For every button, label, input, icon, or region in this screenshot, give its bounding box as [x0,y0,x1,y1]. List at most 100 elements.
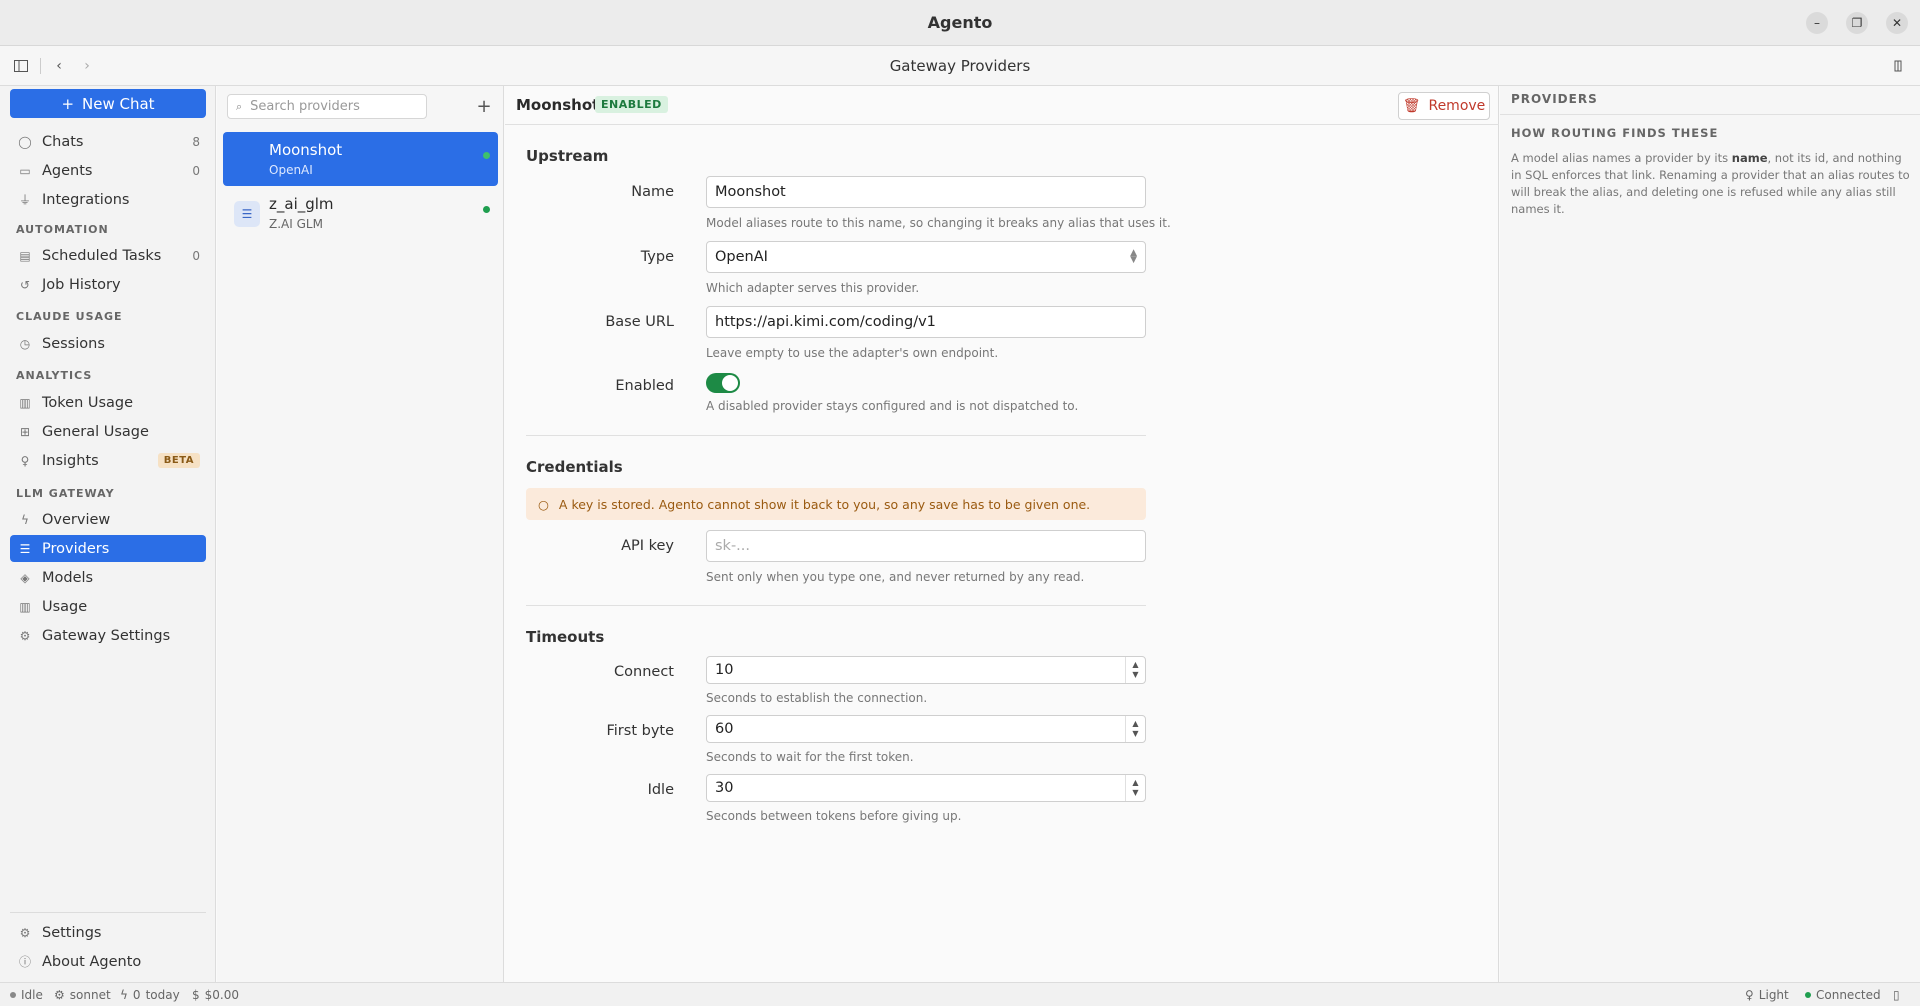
idle-stepper[interactable]: 30 ▲ ▼ [706,774,1146,802]
status-dot [483,206,490,213]
section-divider [526,605,1146,606]
window-title: Agento [927,13,993,32]
connect-stepper[interactable]: 10 ▲ ▼ [706,656,1146,684]
sidebar-item-integrations[interactable]: ⏚ Integrations [10,186,206,213]
provider-detail: Moonshot ENABLED 🗑 Remove Upstream Name … [505,86,1499,982]
api-key-label: API key [621,538,674,554]
chat-icon: ◯ [18,134,32,149]
sidebar-item-general-usage[interactable]: ⊞ General Usage [10,418,206,445]
sidebar-divider [10,912,206,913]
name-help: Model aliases route to this name, so cha… [706,216,1171,230]
plug-icon: ⏚ [18,193,31,207]
base-url-help: Leave empty to use the adapter's own end… [706,346,999,360]
calendar-icon: ▤ [19,248,31,263]
agents-icon: ▭ [19,163,31,178]
provider-item-z-ai-glm[interactable]: ☰ z_ai_glm Z.AI GLM [223,186,498,240]
stepper-arrows-icon[interactable]: ▲ ▼ [1125,716,1145,742]
base-url-field[interactable]: https://api.kimi.com/coding/v1 [706,306,1146,338]
close-icon[interactable]: ✕ [1886,12,1908,34]
panel-toggle-icon[interactable]: ▯ [1893,988,1900,1002]
section-heading-claude-usage: CLAUDE USAGE [16,310,123,323]
sidebar: + New Chat ◯ Chats 8 ▭ Agents 0 ⏚ Integr… [0,86,216,982]
bolt-icon: ϟ [120,988,128,1002]
remove-button[interactable]: 🗑 Remove [1398,92,1490,120]
status-today: ϟ 0 today [120,988,180,1002]
minimize-icon[interactable]: – [1806,12,1828,34]
section-timeouts: Timeouts [526,628,605,646]
sidebar-item-overview[interactable]: ϟ Overview [10,506,206,533]
toolbar: ‹ › Gateway Providers [0,46,1920,86]
connect-label: Connect [614,664,674,680]
sidebar-item-about[interactable]: ⓘ About Agento [10,948,206,975]
sidebar-item-settings[interactable]: ⚙ Settings [10,919,206,946]
search-input[interactable]: ⌕ Search providers [227,94,427,119]
new-chat-button[interactable]: + New Chat [10,89,206,118]
api-key-help: Sent only when you type one, and never r… [706,570,1085,584]
gear-icon: ⚙ [19,925,31,940]
trash-icon: 🗑 [1402,98,1421,114]
first-byte-stepper[interactable]: 60 ▲ ▼ [706,715,1146,743]
section-upstream: Upstream [526,147,609,165]
clock-icon: ◷ [19,336,31,351]
provider-item-moonshot[interactable]: Moonshot OpenAI [223,132,498,186]
select-arrows-icon: ▲ ▼ [1130,248,1137,265]
beta-badge: BETA [157,453,200,468]
section-credentials: Credentials [526,458,623,476]
idle-help: Seconds between tokens before giving up. [706,809,962,823]
name-field[interactable]: Moonshot [706,176,1146,208]
sidebar-item-agents[interactable]: ▭ Agents 0 [10,157,206,184]
bar-chart-icon: ▥ [19,599,31,614]
bar-chart-icon: ▥ [19,395,31,410]
enabled-help: A disabled provider stays configured and… [706,399,1079,413]
idle-label: Idle [647,782,674,798]
info-circle-icon: ○ [538,496,549,512]
type-label: Type [640,249,674,265]
stepper-arrows-icon[interactable]: ▲ ▼ [1125,775,1145,801]
maximize-icon[interactable]: ❐ [1846,12,1868,34]
panel-toggle-icon[interactable] [1888,56,1908,76]
detail-header: Moonshot ENABLED 🗑 Remove [505,86,1499,125]
sidebar-item-gateway-settings[interactable]: ⚙ Gateway Settings [10,622,206,649]
grid-icon: ⊞ [19,424,31,439]
info-panel: PROVIDERS HOW ROUTING FINDS THESE A mode… [1500,86,1920,982]
database-icon: ☰ [234,201,260,227]
section-heading-llm-gateway: LLM GATEWAY [16,487,115,500]
section-heading-automation: AUTOMATION [16,223,109,236]
theme-toggle[interactable]: ♀ Light [1745,988,1789,1002]
enabled-label: Enabled [615,378,674,394]
stepper-arrows-icon[interactable]: ▲ ▼ [1125,657,1145,683]
sidebar-item-insights[interactable]: ♀ Insights BETA [10,447,206,474]
bolt-icon: ϟ [21,512,29,527]
status-cost: $ $0.00 [192,988,239,1002]
info-icon: ⓘ [18,955,31,969]
gear-icon: ⚙ [19,628,31,643]
status-badge: ENABLED [595,96,668,113]
status-bar: Idle ⚙ sonnet ϟ 0 today $ $0.00 ♀ Light Conne… [0,982,1920,1006]
page-title: Gateway Providers [889,57,1031,75]
history-icon: ↺ [19,277,31,292]
sidebar-item-token-usage[interactable]: ▥ Token Usage [10,389,206,416]
type-select[interactable]: OpenAI ▲ ▼ [706,241,1146,273]
section-divider [526,435,1146,436]
enabled-toggle[interactable] [706,373,740,393]
sidebar-item-scheduled-tasks[interactable]: ▤ Scheduled Tasks 0 [10,242,206,269]
base-url-label: Base URL [605,314,674,330]
add-provider-button[interactable]: + [472,94,496,118]
section-heading-analytics: ANALYTICS [16,369,93,382]
info-panel-text: A model alias names a provider by its na… [1511,151,1910,216]
api-key-field[interactable]: sk-... [706,530,1146,562]
status-state: Idle [10,988,43,1002]
sidebar-item-job-history[interactable]: ↺ Job History [10,271,206,298]
lightbulb-icon: ♀ [1745,988,1754,1002]
sidebar-item-sessions[interactable]: ◷ Sessions [10,330,206,357]
title-bar: Agento – ❐ ✕ [0,0,1920,46]
sidebar-item-providers[interactable]: ☰ Providers [10,535,206,562]
provider-list: ⌕ Search providers + Moonshot OpenAI ☰ z… [217,86,504,982]
sidebar-item-chats[interactable]: ◯ Chats 8 [10,128,206,155]
connect-help: Seconds to establish the connection. [706,691,928,705]
sidebar-item-usage[interactable]: ▥ Usage [10,593,206,620]
sidebar-item-models[interactable]: ◈ Models [10,564,206,591]
first-byte-help: Seconds to wait for the first token. [706,750,914,764]
connection-status: Connected [1805,988,1881,1002]
key-stored-alert: ○ A key is stored. Agento cannot show it… [526,488,1146,520]
